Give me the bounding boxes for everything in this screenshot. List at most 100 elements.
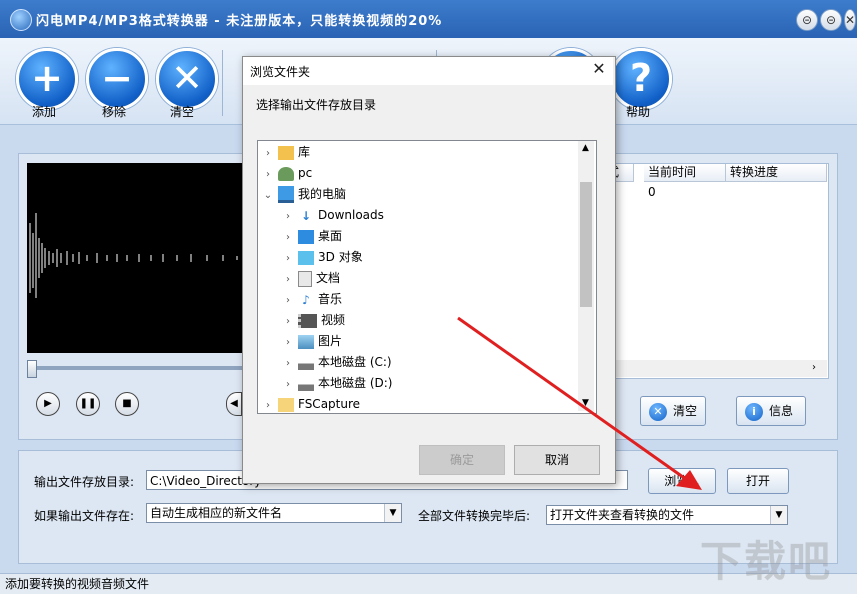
help-label: 帮助 <box>625 105 650 119</box>
add-label: 添加 <box>31 105 56 119</box>
chevron-right-icon[interactable]: › <box>282 227 294 248</box>
tree-label: 图片 <box>318 334 343 348</box>
desktop-icon <box>298 229 314 244</box>
tree-label: pc <box>298 166 313 180</box>
column-header-current-time[interactable]: 当前时间 <box>644 164 726 182</box>
folder-icon <box>278 397 294 412</box>
watermark: 下载吧 <box>700 537 833 586</box>
app-title: 闪电MP4/MP3格式转换器 - 未注册版本，只能转换视频的20% <box>36 14 443 29</box>
tree-label: Downloads <box>318 208 384 222</box>
tree-label: 视频 <box>321 313 346 327</box>
clear-button[interactable]: ✕ <box>156 48 218 110</box>
drive-icon <box>298 355 314 370</box>
current-time-cell: 0 <box>648 185 656 199</box>
dialog-title: 浏览文件夹 <box>250 65 311 79</box>
plus-icon: + <box>31 56 63 100</box>
scroll-up-icon[interactable]: ▲ <box>582 143 589 153</box>
chevron-right-icon[interactable]: › <box>262 164 274 185</box>
chevron-right-icon[interactable]: › <box>262 143 274 164</box>
output-dir-label: 输出文件存放目录: <box>34 475 135 489</box>
tree-item-library[interactable]: › 库 <box>262 142 310 163</box>
info-button[interactable]: i 信息 <box>736 396 806 426</box>
tree-label: 3D 对象 <box>318 250 363 264</box>
stop-button[interactable]: ■ <box>115 392 139 416</box>
chevron-right-icon[interactable]: › <box>282 206 294 227</box>
toolbar-separator <box>222 50 223 116</box>
chevron-right-icon[interactable]: › <box>282 353 294 374</box>
help-button[interactable]: ? <box>610 48 672 110</box>
tree-item-drive-d[interactable]: › 本地磁盘 (D:) <box>282 373 392 394</box>
tree-label: 桌面 <box>318 229 343 243</box>
tree-item-fscapture[interactable]: › FSCapture <box>262 394 360 413</box>
tree-item-music[interactable]: › ♪ 音乐 <box>282 289 342 310</box>
tree-item-videos[interactable]: › 视频 <box>282 310 345 331</box>
app-logo-icon <box>10 9 32 31</box>
tree-item-desktop[interactable]: › 桌面 <box>282 226 342 247</box>
tree-label: 本地磁盘 (D:) <box>318 376 393 390</box>
chevron-right-icon[interactable]: › <box>282 311 294 332</box>
file-exists-label: 如果输出文件存在: <box>34 509 135 523</box>
pictures-icon <box>298 334 314 349</box>
chevron-right-icon[interactable]: › <box>282 290 294 311</box>
x-icon: ✕ <box>171 56 203 100</box>
arrow-head <box>676 470 702 490</box>
downloads-icon: ↓ <box>300 208 312 223</box>
chevron-right-icon[interactable]: › <box>282 332 294 353</box>
add-button[interactable]: + <box>16 48 78 110</box>
question-icon: ? <box>629 56 653 100</box>
after-done-value: 打开文件夹查看转换的文件 <box>550 508 695 522</box>
dialog-close-button[interactable]: ✕ <box>590 60 608 78</box>
tree-label: 音乐 <box>318 292 343 306</box>
tree-item-drive-c[interactable]: › 本地磁盘 (C:) <box>282 352 392 373</box>
pause-button[interactable]: ❚❚ <box>76 392 100 416</box>
tree-label: 库 <box>298 145 311 159</box>
tree-item-downloads[interactable]: › ↓ Downloads <box>282 205 384 226</box>
tree-label: 文档 <box>316 271 341 285</box>
chevron-right-icon[interactable]: › <box>282 248 294 269</box>
tree-item-3d-objects[interactable]: › 3D 对象 <box>282 247 363 268</box>
chevron-right-icon[interactable]: › <box>282 374 294 395</box>
waveform-graphic <box>29 213 238 298</box>
documents-icon <box>298 270 312 287</box>
3d-objects-icon <box>298 250 314 265</box>
close-icon: ✕ <box>592 59 606 78</box>
tree-item-pictures[interactable]: › 图片 <box>282 331 342 352</box>
tree-label: 本地磁盘 (C:) <box>318 355 392 369</box>
remove-button[interactable]: − <box>86 48 148 110</box>
chevron-down-icon[interactable]: ⌄ <box>262 185 274 206</box>
seek-track[interactable] <box>27 366 245 370</box>
chevron-right-icon[interactable]: › <box>282 269 294 290</box>
tree-label: 我的电脑 <box>298 187 347 201</box>
tree-item-documents[interactable]: › 文档 <box>282 268 340 289</box>
skin-button[interactable]: ⊝ <box>796 9 818 31</box>
volume-button[interactable]: ◀ <box>226 392 242 416</box>
minimize-button[interactable]: ⊝ <box>820 9 842 31</box>
minus-icon: − <box>101 56 133 100</box>
tree-item-this-pc[interactable]: ⌄ 我的电脑 <box>262 184 346 205</box>
column-header-progress[interactable]: 转换进度 <box>726 164 827 182</box>
play-button[interactable]: ▶ <box>36 392 60 416</box>
stop-icon: ■ <box>122 398 132 409</box>
play-icon: ▶ <box>44 398 52 409</box>
after-done-select[interactable]: 打开文件夹查看转换的文件 ▼ <box>546 505 788 525</box>
close-button[interactable]: ✕ <box>844 9 856 31</box>
speaker-icon: ◀ <box>230 398 238 409</box>
after-done-label: 全部文件转换完毕后: <box>418 509 531 523</box>
drive-icon <box>298 376 314 391</box>
tree-item-user[interactable]: › pc <box>262 163 312 184</box>
file-exists-value: 自动生成相应的新文件名 <box>150 506 283 520</box>
info-label: 信息 <box>769 404 794 418</box>
pause-icon: ❚❚ <box>79 398 97 409</box>
scroll-right-icon[interactable]: › <box>812 362 816 373</box>
clear-label: 清空 <box>169 105 194 119</box>
seek-thumb[interactable] <box>27 360 37 378</box>
annotation-arrow <box>457 316 702 490</box>
dialog-instruction: 选择输出文件存放目录 <box>256 98 377 112</box>
info-icon: i <box>745 402 763 421</box>
videos-icon <box>298 313 317 328</box>
tree-scroll-thumb[interactable] <box>580 182 592 307</box>
file-exists-select[interactable]: 自动生成相应的新文件名 ▼ <box>146 503 402 523</box>
chevron-right-icon[interactable]: › <box>262 395 274 413</box>
computer-icon <box>278 186 294 203</box>
user-icon <box>278 166 294 181</box>
